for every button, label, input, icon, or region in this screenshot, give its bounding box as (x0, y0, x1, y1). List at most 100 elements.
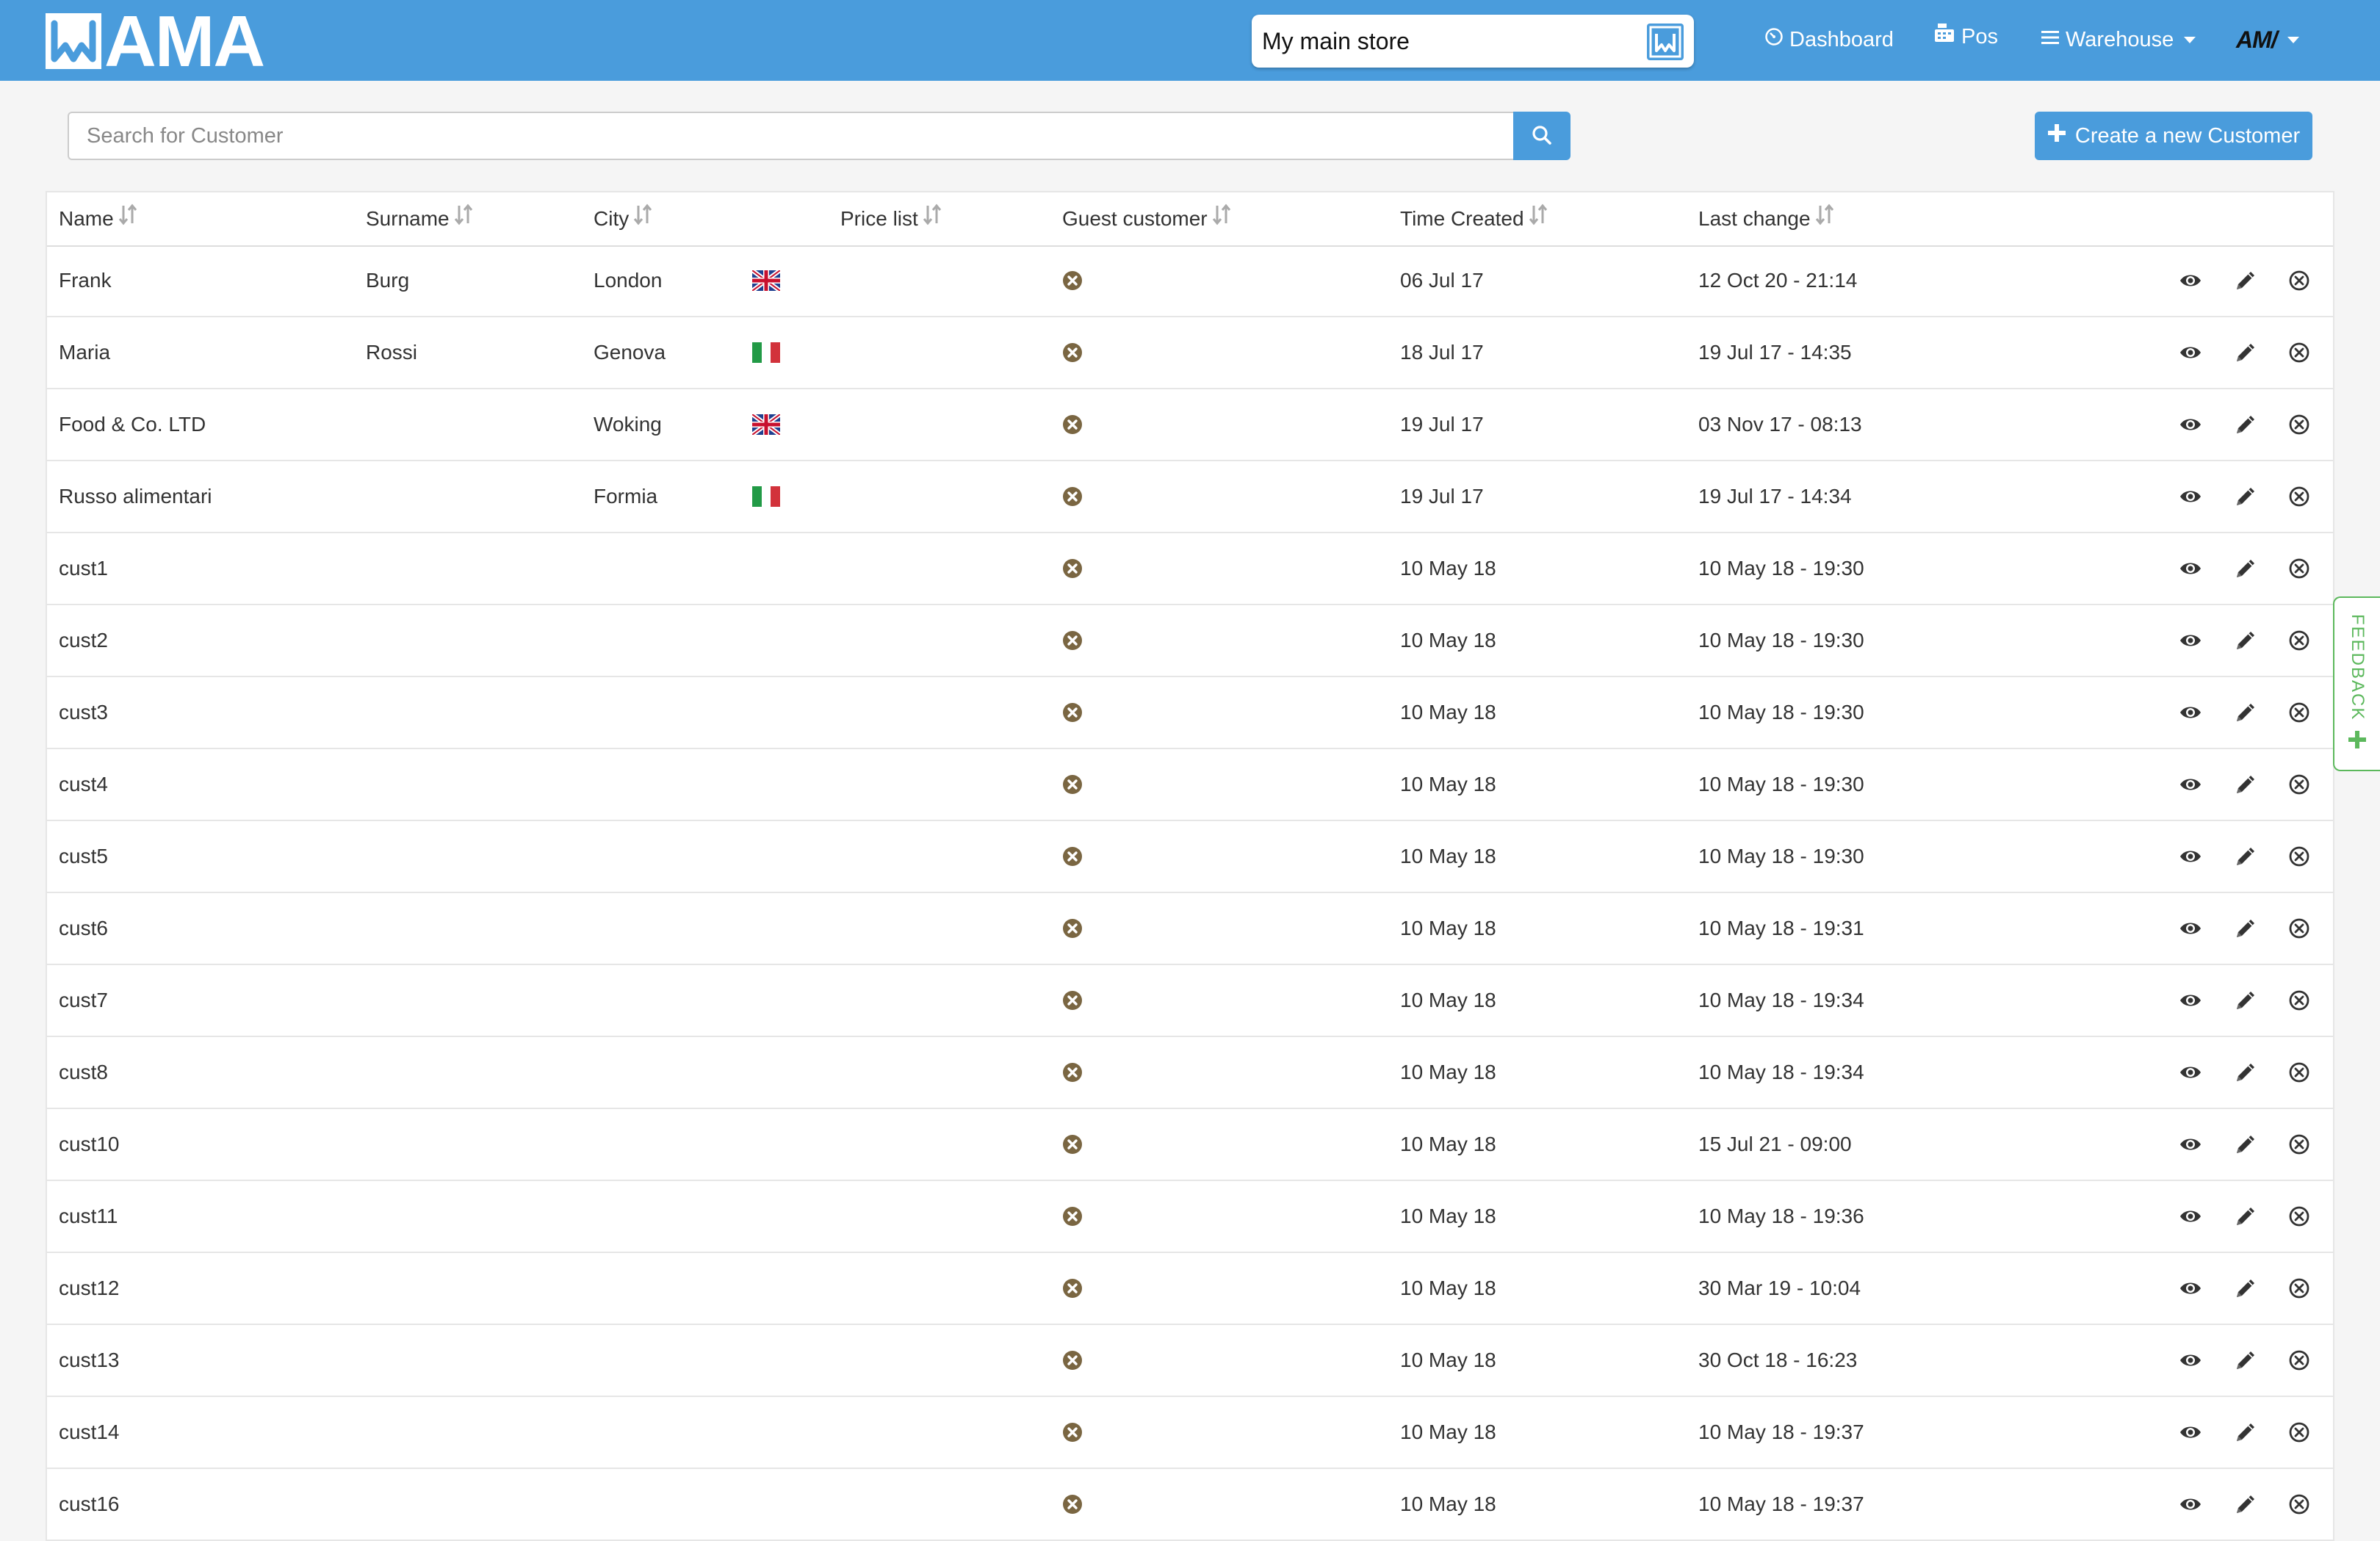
pencil-icon[interactable] (2233, 556, 2258, 581)
pencil-icon[interactable] (2233, 1204, 2258, 1229)
customer-surname: Burg (366, 269, 410, 292)
eye-icon[interactable] (2179, 989, 2202, 1012)
guest-status-icon (1062, 486, 1083, 507)
delete-icon[interactable] (2287, 1061, 2311, 1084)
column-header-name[interactable]: Name (59, 192, 137, 245)
eye-icon[interactable] (2179, 413, 2202, 436)
uk-flag-icon (751, 412, 782, 437)
delete-icon[interactable] (2287, 629, 2311, 652)
pencil-icon[interactable] (2233, 412, 2258, 437)
eye-icon[interactable] (2179, 701, 2202, 724)
table-row: cust7 10 May 18 10 May 18 - 19:34 (47, 965, 2333, 1037)
customer-name: cust1 (59, 557, 108, 580)
column-header-surname[interactable]: Surname (366, 192, 473, 245)
table-row: Maria Rossi Genova 18 Jul 17 19 Jul 17 -… (47, 317, 2333, 389)
eye-icon[interactable] (2179, 1493, 2202, 1516)
column-header-price-list[interactable]: Price list (840, 192, 942, 245)
pencil-icon[interactable] (2233, 1060, 2258, 1085)
guest-status-icon (1062, 1422, 1083, 1443)
customer-name: cust10 (59, 1133, 120, 1155)
eye-icon[interactable] (2179, 845, 2202, 868)
delete-icon[interactable] (2287, 1205, 2311, 1228)
column-header-guest-customer[interactable]: Guest customer (1062, 192, 1231, 245)
pencil-icon[interactable] (2233, 844, 2258, 869)
customer-name: Russo alimentari (59, 485, 212, 508)
customer-name: cust13 (59, 1349, 120, 1371)
time-created: 19 Jul 17 (1400, 485, 1484, 508)
create-customer-button[interactable]: Create a new Customer (2035, 112, 2312, 160)
table-row: cust11 10 May 18 10 May 18 - 19:36 (47, 1181, 2333, 1253)
time-created: 10 May 18 (1400, 557, 1496, 580)
pencil-icon[interactable] (2233, 772, 2258, 797)
delete-icon[interactable] (2287, 485, 2311, 508)
eye-icon[interactable] (2179, 1349, 2202, 1372)
delete-icon[interactable] (2287, 341, 2311, 364)
delete-icon[interactable] (2287, 701, 2311, 724)
pencil-icon[interactable] (2233, 988, 2258, 1013)
last-change: 10 May 18 - 19:30 (1698, 557, 1864, 580)
delete-icon[interactable] (2287, 917, 2311, 940)
pencil-icon[interactable] (2233, 700, 2258, 725)
pencil-icon[interactable] (2233, 1348, 2258, 1373)
eye-icon[interactable] (2179, 1277, 2202, 1300)
search-button[interactable] (1513, 112, 1571, 160)
nav-warehouse-dropdown[interactable]: Warehouse (2041, 21, 2196, 59)
pencil-icon[interactable] (2233, 1492, 2258, 1517)
delete-icon[interactable] (2287, 845, 2311, 868)
feedback-label: FEEDBACK (2348, 614, 2368, 721)
eye-icon[interactable] (2179, 485, 2202, 508)
column-header-last-change[interactable]: Last change (1698, 192, 1834, 245)
delete-icon[interactable] (2287, 989, 2311, 1012)
delete-icon[interactable] (2287, 557, 2311, 580)
plus-icon (2348, 730, 2367, 753)
eye-icon[interactable] (2179, 1061, 2202, 1084)
last-change: 10 May 18 - 19:34 (1698, 989, 1864, 1011)
eye-icon[interactable] (2179, 1205, 2202, 1228)
eye-icon[interactable] (2179, 773, 2202, 796)
table-row: cust14 10 May 18 10 May 18 - 19:37 (47, 1397, 2333, 1469)
feedback-tab[interactable]: FEEDBACK (2333, 596, 2380, 771)
pencil-icon[interactable] (2233, 268, 2258, 293)
pencil-icon[interactable] (2233, 1420, 2258, 1445)
customer-name: cust8 (59, 1061, 108, 1083)
delete-icon[interactable] (2287, 1349, 2311, 1372)
delete-icon[interactable] (2287, 1421, 2311, 1444)
column-header-time-created[interactable]: Time Created (1400, 192, 1548, 245)
sort-icon (1529, 192, 1548, 245)
pencil-icon[interactable] (2233, 1132, 2258, 1157)
eye-icon[interactable] (2179, 629, 2202, 652)
pencil-icon[interactable] (2233, 1276, 2258, 1301)
pencil-icon[interactable] (2233, 484, 2258, 509)
eye-icon[interactable] (2179, 1133, 2202, 1156)
eye-icon[interactable] (2179, 341, 2202, 364)
guest-status-icon (1062, 1062, 1083, 1083)
guest-status-icon (1062, 846, 1083, 867)
search-icon (1531, 125, 1553, 148)
eye-icon[interactable] (2179, 1421, 2202, 1444)
nav-pos[interactable]: Pos (1933, 18, 1998, 56)
pencil-icon[interactable] (2233, 628, 2258, 653)
customer-name: cust4 (59, 773, 108, 795)
delete-icon[interactable] (2287, 1277, 2311, 1300)
eye-icon[interactable] (2179, 557, 2202, 580)
logo-w-icon (46, 13, 101, 69)
column-header-city[interactable]: City (594, 192, 652, 245)
last-change: 10 May 18 - 19:37 (1698, 1421, 1864, 1443)
nav-user-dropdown[interactable]: AM/ (2236, 21, 2299, 59)
pencil-icon[interactable] (2233, 916, 2258, 941)
delete-icon[interactable] (2287, 1493, 2311, 1516)
search-input[interactable] (68, 112, 1513, 160)
delete-icon[interactable] (2287, 413, 2311, 436)
delete-icon[interactable] (2287, 773, 2311, 796)
delete-icon[interactable] (2287, 269, 2311, 292)
delete-icon[interactable] (2287, 1133, 2311, 1156)
nav-dashboard[interactable]: Dashboard (1764, 21, 1894, 59)
last-change: 10 May 18 - 19:31 (1698, 917, 1864, 939)
app-logo[interactable]: AMA (46, 5, 265, 77)
pencil-icon[interactable] (2233, 340, 2258, 365)
store-selector[interactable]: My main store (1252, 15, 1694, 68)
time-created: 10 May 18 (1400, 989, 1496, 1011)
eye-icon[interactable] (2179, 917, 2202, 940)
eye-icon[interactable] (2179, 269, 2202, 292)
customer-name: Maria (59, 341, 111, 364)
